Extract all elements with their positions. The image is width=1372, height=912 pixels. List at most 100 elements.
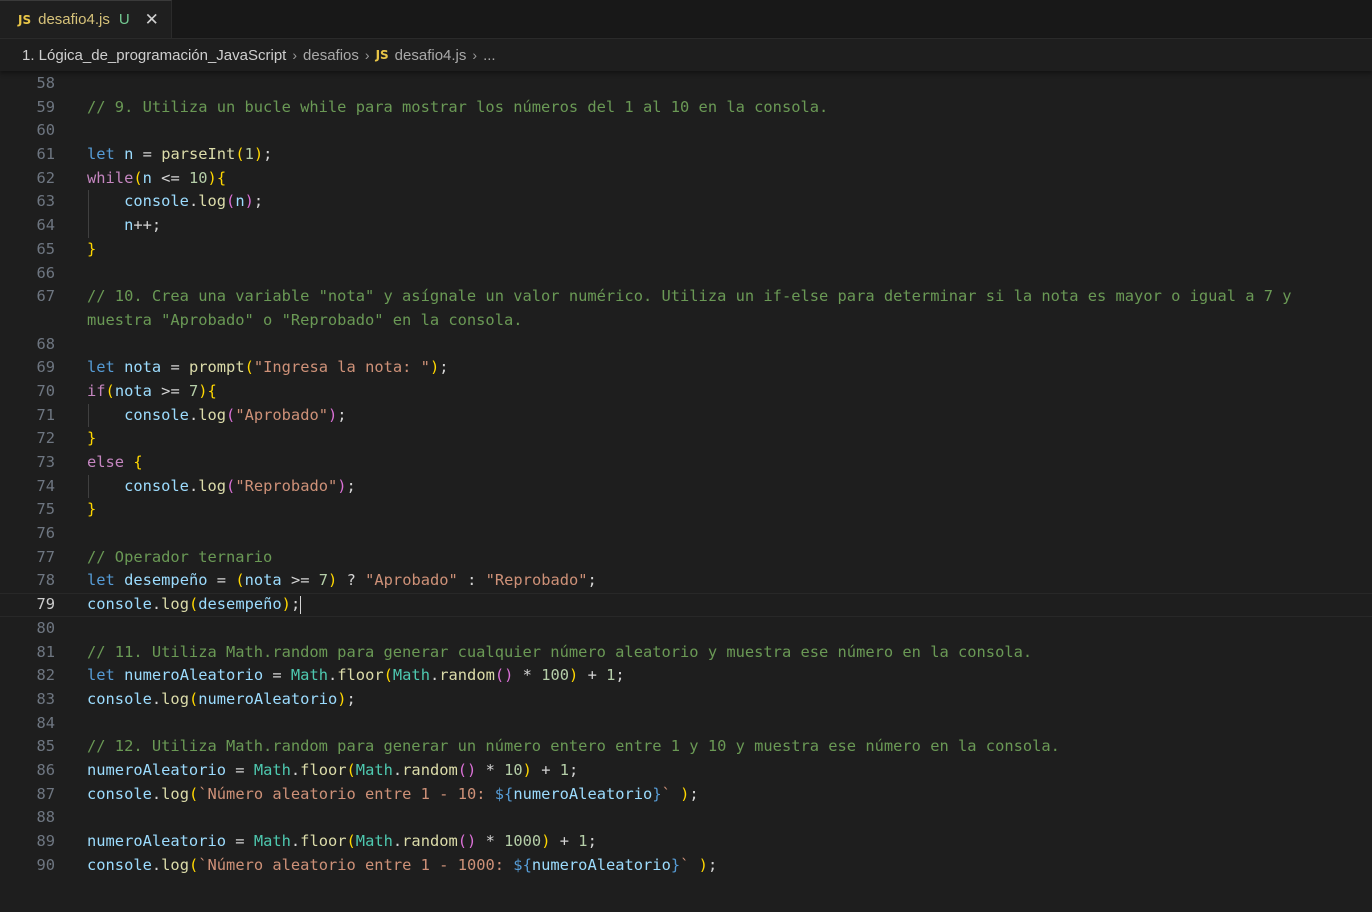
code-line[interactable]: 81 // 11. Utiliza Math.random para genera… <box>0 641 1372 665</box>
code-text: n++; <box>87 214 161 238</box>
code-text: console.log(n); <box>87 190 263 214</box>
chevron-right-icon: › <box>364 47 370 63</box>
code-line[interactable]: 60 <box>0 119 1372 143</box>
code-text: let n = parseInt(1); <box>87 143 272 167</box>
close-icon[interactable]: ✕ <box>145 10 159 30</box>
code-token: { <box>216 168 227 187</box>
code-line[interactable]: 80 <box>0 617 1372 641</box>
code-line[interactable]: 66 <box>0 262 1372 286</box>
code-token: >= <box>281 571 319 590</box>
code-text: } <box>87 238 96 262</box>
code-line[interactable]: 70 if(nota >= 7){ <box>0 380 1372 404</box>
code-line[interactable]: 87 console.log(`Número aleatorio entre 1 … <box>0 783 1372 807</box>
line-number: 89 <box>36 832 55 850</box>
code-token: while <box>87 168 134 187</box>
line-number: 82 <box>36 666 55 685</box>
code-token: + <box>578 666 607 685</box>
code-token: ( <box>383 666 393 685</box>
code-token: ( <box>226 405 236 424</box>
code-line[interactable]: 65} <box>0 238 1372 262</box>
breadcrumb-folder-desafios[interactable]: desafios <box>303 47 359 64</box>
code-line[interactable]: 77 // Operador ternario <box>0 546 1372 570</box>
code-token: : <box>457 571 486 590</box>
code-token: * <box>513 666 542 685</box>
code-token: let <box>87 145 115 164</box>
code-token: 1 <box>606 666 616 685</box>
code-token: log <box>161 855 189 874</box>
code-token: . <box>392 760 403 779</box>
code-line[interactable]: 71 console.log("Aprobado"); <box>0 403 1372 428</box>
code-line[interactable]: 61 let n = parseInt(1); <box>0 143 1372 167</box>
code-text: // 11. Utiliza Math.random para generar … <box>87 641 1032 665</box>
code-token: <= <box>151 168 189 187</box>
code-token: log <box>161 595 189 614</box>
code-text: console.log(numeroAleatorio); <box>87 688 356 712</box>
breadcrumb-symbols[interactable]: ... <box>483 47 496 64</box>
code-token: ; <box>587 571 597 590</box>
code-line[interactable]: 86 numeroAleatorio = Math.floor(Math.rand… <box>0 759 1372 783</box>
code-token: random <box>439 666 495 685</box>
code-line[interactable]: 67 // 10. Crea una variable "nota" y asíg… <box>0 285 1372 309</box>
code-token: log <box>198 405 227 424</box>
code-token: } <box>87 500 97 519</box>
code-token: numeroAleatorio <box>124 666 264 685</box>
code-line[interactable]: 84 <box>0 712 1372 736</box>
code-line[interactable]: 79 console.log(desempeño); <box>0 593 1372 617</box>
code-token: ( <box>105 381 115 400</box>
code-line[interactable]: 64 n++; <box>0 214 1372 238</box>
code-token: 1 <box>578 832 588 850</box>
code-token: Math <box>253 832 291 850</box>
code-line[interactable]: 89 numeroAleatorio = Math.floor(Math.rand… <box>0 830 1372 854</box>
code-text: console.log(desempeño); <box>87 594 302 616</box>
code-line[interactable]: 72} <box>0 427 1372 451</box>
line-number: 59 <box>36 97 55 116</box>
text-cursor <box>300 595 302 614</box>
code-line[interactable]: 73 else { <box>0 451 1372 475</box>
code-text: numeroAleatorio = Math.floor(Math.random… <box>87 759 578 783</box>
code-line[interactable]: 68 <box>0 333 1372 357</box>
code-text: // 10. Crea una variable "nota" y asígna… <box>87 285 1292 309</box>
code-token: log <box>161 689 189 708</box>
code-line[interactable]: muestra "Aprobado" o "Reprobado" en la c… <box>0 309 1372 333</box>
code-text: } <box>87 427 96 451</box>
code-line[interactable]: 82 let numeroAleatorio = Math.floor(Math.… <box>0 664 1372 688</box>
code-token: ${ <box>513 855 532 874</box>
line-number: 60 <box>36 121 55 140</box>
code-line[interactable]: 62 while(n <= 10){ <box>0 167 1372 191</box>
code-line[interactable]: 88 <box>0 806 1372 830</box>
code-token: . <box>151 784 162 803</box>
tab-desafio4[interactable]: JS desafio4.js U ✕ <box>0 0 172 38</box>
code-line[interactable]: 90 console.log(`Número aleatorio entre 1 … <box>0 854 1372 878</box>
code-line[interactable]: 83 console.log(numeroAleatorio); <box>0 688 1372 712</box>
code-token: ; <box>439 358 449 377</box>
code-token: "Reprobado" <box>235 476 338 495</box>
code-token: 10 <box>188 168 208 187</box>
code-text: let numeroAleatorio = Math.floor(Math.ra… <box>87 664 625 688</box>
code-line[interactable]: 74 console.log("Reprobado"); <box>0 474 1372 499</box>
code-token: ) <box>281 595 291 614</box>
line-number: 69 <box>36 358 55 377</box>
code-line[interactable]: 59 // 9. Utiliza un bucle while para most… <box>0 96 1372 120</box>
code-line[interactable]: 85 // 12. Utiliza Math.random para genera… <box>0 735 1372 759</box>
code-token: numeroAleatorio <box>198 689 338 708</box>
line-number: 66 <box>36 263 55 282</box>
code-line[interactable]: 75} <box>0 498 1372 522</box>
code-token: ( <box>346 832 356 850</box>
code-token: numeroAleatorio <box>513 784 653 803</box>
line-number: 77 <box>36 547 55 566</box>
breadcrumb-file[interactable]: desafio4.js <box>395 47 467 64</box>
code-line[interactable]: 63 console.log(n); <box>0 190 1372 215</box>
code-token: { <box>133 453 143 471</box>
code-line[interactable]: 78 let desempeño = (nota >= 7) ? "Aprobad… <box>0 569 1372 593</box>
code-token: ) <box>198 381 208 400</box>
code-token: ( <box>235 571 245 590</box>
line-number: 70 <box>36 381 55 400</box>
code-line[interactable]: 69 let nota = prompt("Ingresa la nota: ")… <box>0 356 1372 380</box>
code-line[interactable]: 76 <box>0 522 1372 546</box>
code-text: console.log(`Número aleatorio entre 1 - … <box>87 854 717 878</box>
breadcrumb-folder-root[interactable]: 1. Lógica_de_programación_JavaScript <box>22 47 286 64</box>
code-line[interactable]: 58 <box>0 72 1372 96</box>
code-token: . <box>290 832 301 850</box>
js-file-icon: JS <box>18 12 32 27</box>
code-editor[interactable]: 58 59 // 9. Utiliza un bucle while para mo… <box>0 71 1372 877</box>
